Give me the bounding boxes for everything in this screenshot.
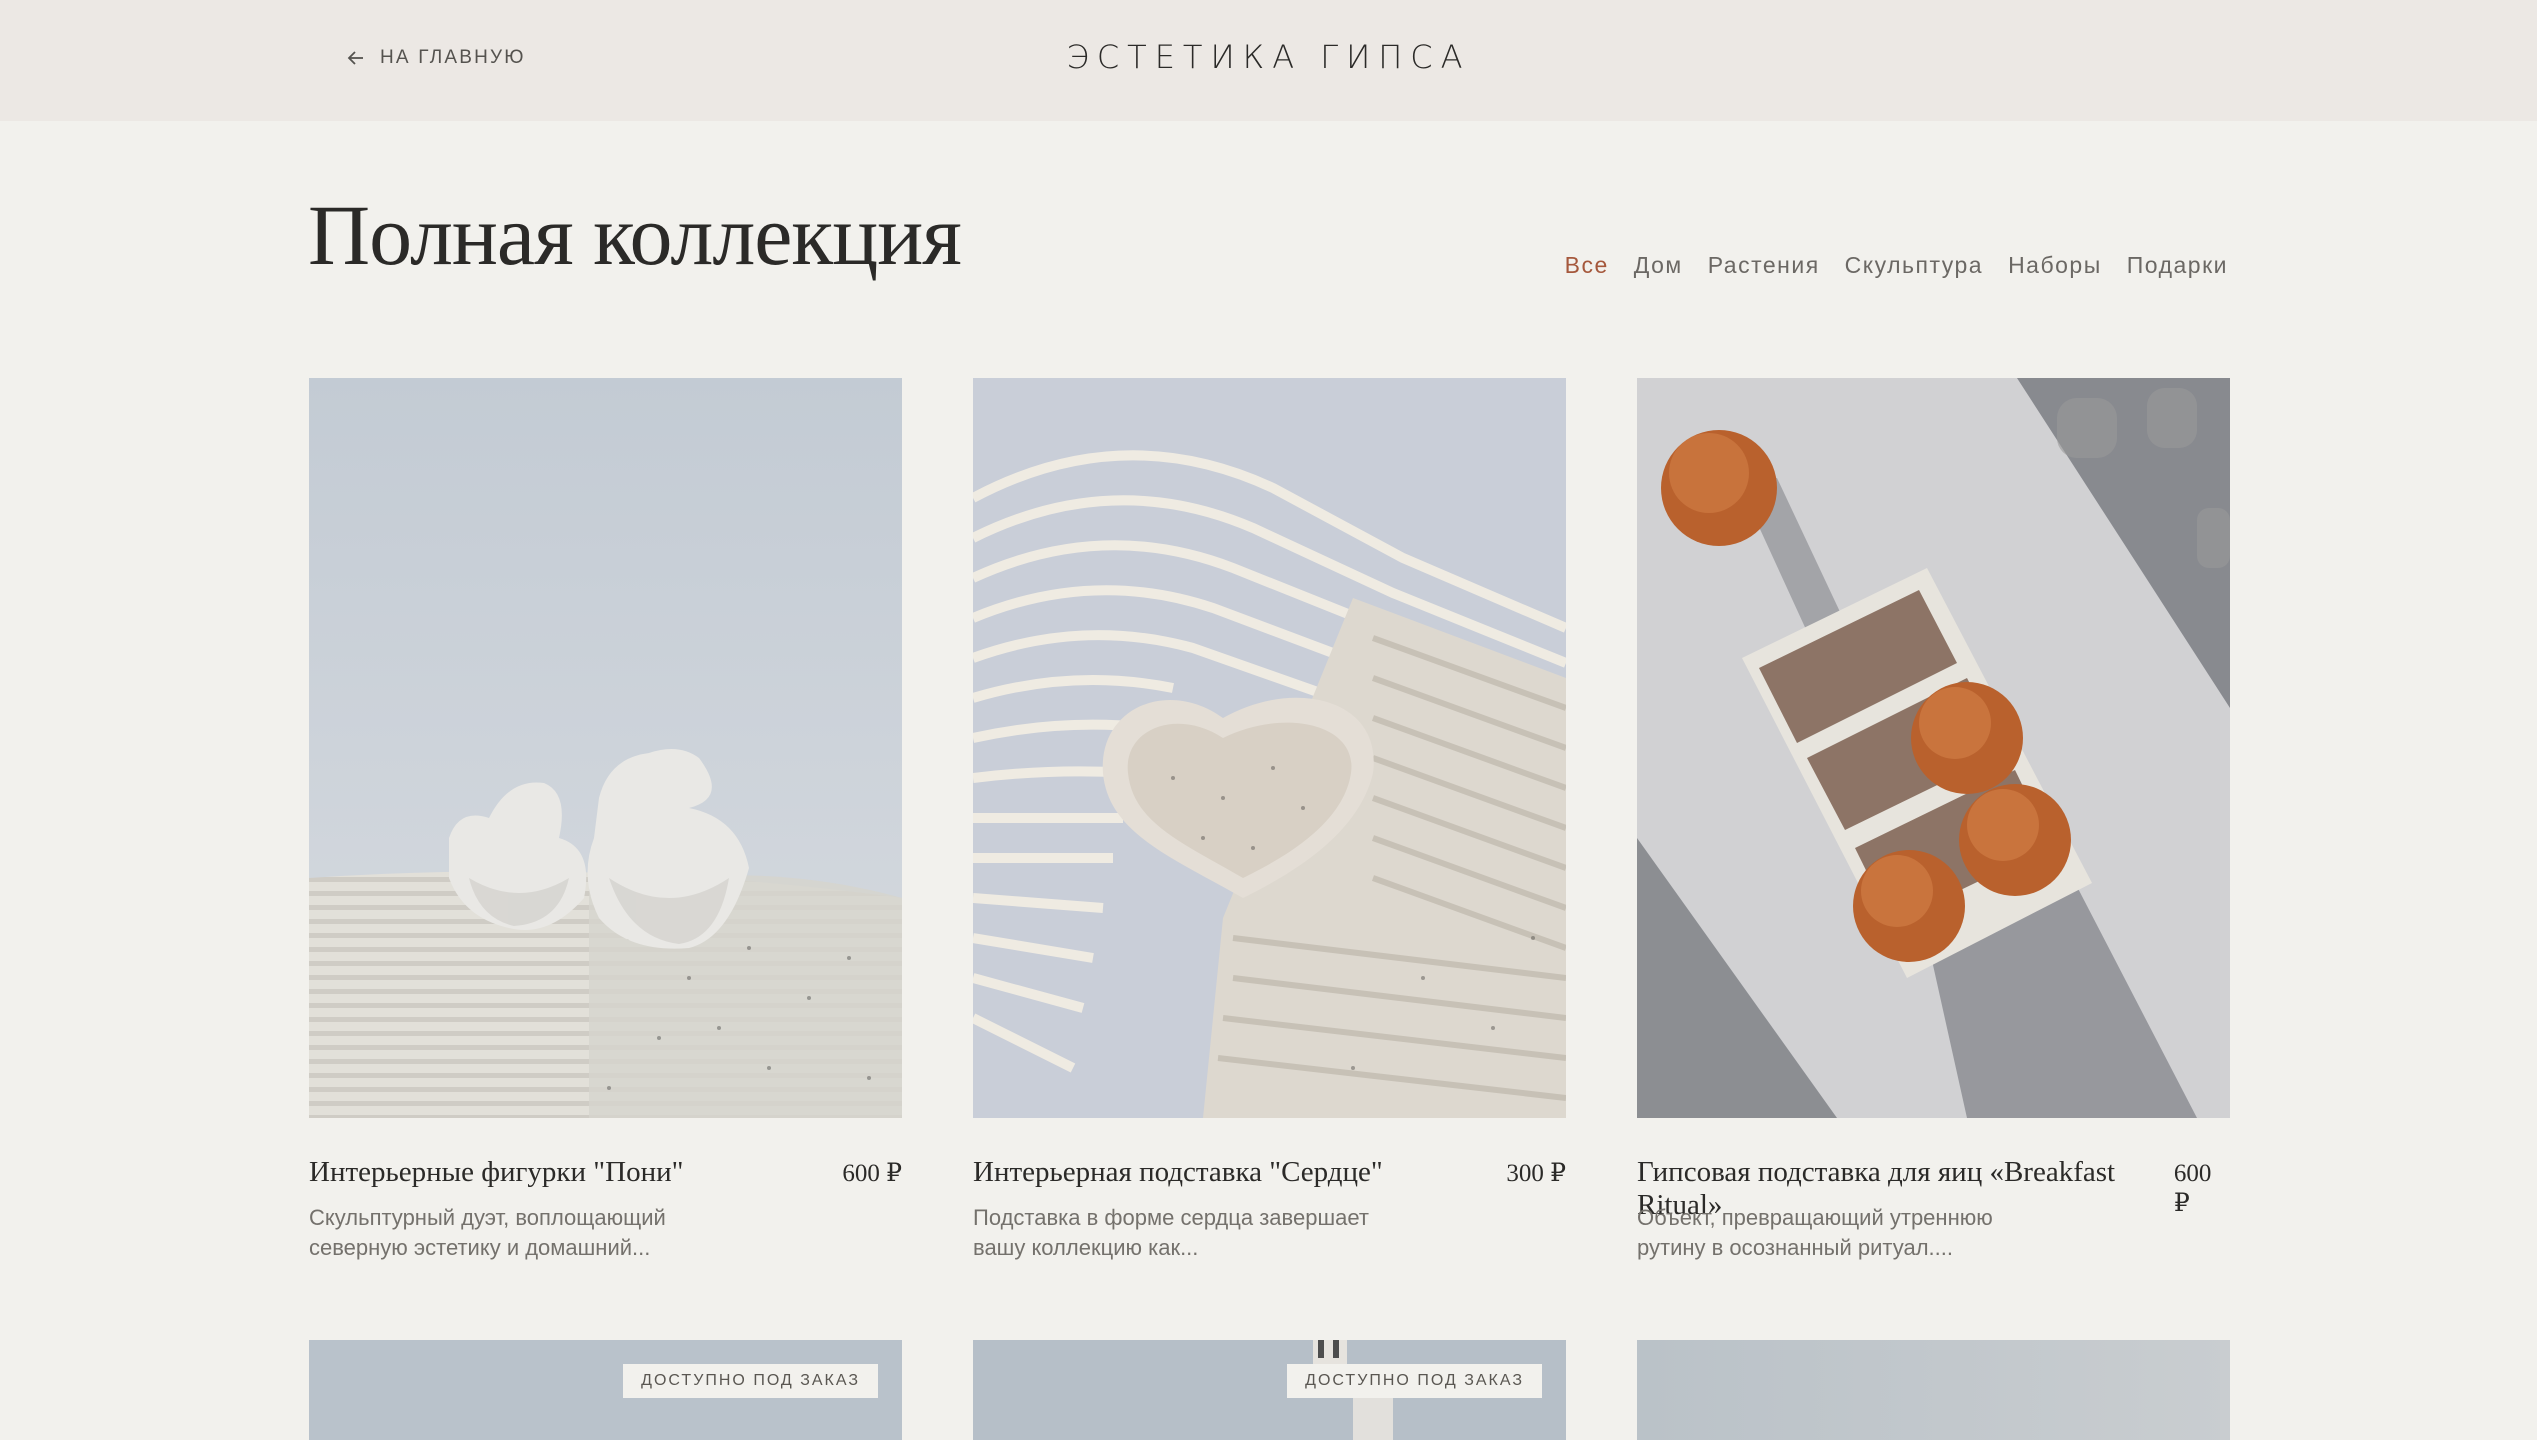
- filter-sculpture[interactable]: Скульптура: [1845, 252, 1983, 279]
- product-card[interactable]: Интерьерные фигурки "Пони" 600 ₽ Скульпт…: [309, 378, 902, 1260]
- header: НА ГЛАВНУЮ ЭСТЕТИКА ГИПСА: [0, 0, 2537, 121]
- filter-sets[interactable]: Наборы: [2008, 252, 2102, 279]
- product-price: 600 ₽: [842, 1160, 902, 1187]
- product-card[interactable]: ДОСТУПНО ПОД ЗАКАЗ: [973, 1340, 1566, 1440]
- product-description: Объект, превращающий утреннюю рутину в о…: [1637, 1205, 1993, 1260]
- product-image[interactable]: [973, 378, 1566, 1118]
- filter-all[interactable]: Все: [1565, 252, 1609, 279]
- product-card[interactable]: Интерьерная подставка "Сердце" 300 ₽ Под…: [973, 378, 1566, 1260]
- category-filters: Все Дом Растения Скульптура Наборы Подар…: [1565, 252, 2228, 279]
- product-image[interactable]: [1637, 1340, 2230, 1440]
- product-price: 600 ₽: [2173, 1160, 2212, 1217]
- product-description: Скульптурный дуэт, воплощающий северную …: [309, 1205, 666, 1260]
- product-card[interactable]: Гипсовая подставка для яиц «Breakfast Ri…: [1637, 378, 2230, 1260]
- product-description: Подставка в форме сердца завершает вашу …: [973, 1205, 1369, 1260]
- page-title: Полная коллекция: [308, 187, 962, 283]
- availability-badge: ДОСТУПНО ПОД ЗАКАЗ: [623, 1364, 878, 1398]
- product-price: 300 ₽: [1506, 1160, 1566, 1187]
- product-image[interactable]: [1637, 378, 2230, 1118]
- product-card[interactable]: ДОСТУПНО ПОД ЗАКАЗ: [309, 1340, 902, 1440]
- filter-plants[interactable]: Растения: [1708, 252, 1820, 279]
- product-image[interactable]: [309, 378, 902, 1118]
- brand-logo-text[interactable]: ЭСТЕТИКА ГИПСА: [0, 38, 2537, 76]
- filter-home[interactable]: Дом: [1634, 252, 1683, 279]
- filter-gifts[interactable]: Подарки: [2127, 252, 2228, 279]
- product-title[interactable]: Интерьерная подставка "Сердце": [973, 1156, 1383, 1189]
- availability-badge: ДОСТУПНО ПОД ЗАКАЗ: [1287, 1364, 1542, 1398]
- product-title[interactable]: Интерьерные фигурки "Пони": [309, 1156, 683, 1189]
- product-card[interactable]: [1637, 1340, 2230, 1440]
